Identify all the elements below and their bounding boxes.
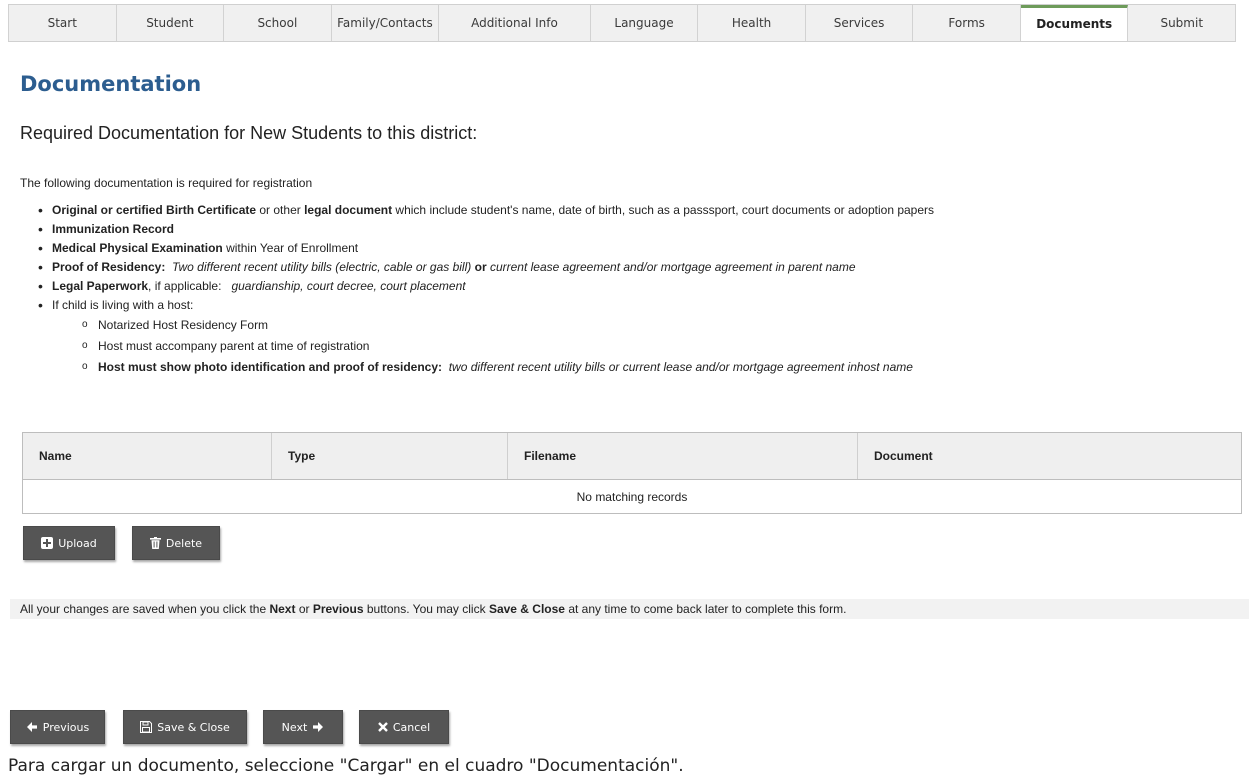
save-notice: All your changes are saved when you clic…: [10, 599, 1249, 619]
page-title: Documentation: [20, 72, 202, 96]
host-form: Notarized Host Residency Form: [98, 318, 269, 332]
tab-submit[interactable]: Submit: [1128, 5, 1237, 41]
tab-school[interactable]: School: [224, 5, 332, 41]
req-birth-text1: or other: [256, 203, 305, 217]
req-residency-bold: Proof of Residency:: [52, 260, 166, 274]
tab-language[interactable]: Language: [591, 5, 699, 41]
notice-part4: at any time to come back later to comple…: [564, 602, 847, 616]
tab-additional-info[interactable]: Additional Info: [439, 5, 591, 41]
notice-part3: buttons. You may click: [363, 602, 489, 616]
list-item: Notarized Host Residency Form: [82, 314, 1228, 336]
req-physical-bold: Medical Physical Examination: [52, 241, 223, 255]
req-birth-text2: which include student's name, date of bi…: [392, 203, 935, 217]
empty-table-message: No matching records: [576, 489, 688, 504]
list-item: Original or certified Birth Certificate …: [38, 201, 1228, 220]
host-accompany: Host must accompany parent at time of re…: [98, 339, 370, 353]
host-id-bold: Host must show photo identification and …: [98, 360, 443, 374]
list-item: Medical Physical Examination within Year…: [38, 239, 1228, 258]
req-birth-bold1: Original or certified Birth Certificate: [52, 203, 257, 217]
trash-icon: [149, 537, 161, 549]
notice-previous: Previous: [312, 602, 364, 616]
previous-button[interactable]: Previous: [10, 710, 105, 744]
list-item: Legal Paperwork, if applicable: guardian…: [38, 277, 1228, 296]
requirements-list: Original or certified Birth Certificate …: [38, 201, 1228, 378]
column-header-document[interactable]: Document: [858, 433, 1241, 479]
page-subtitle: Required Documentation for New Students …: [20, 123, 478, 143]
delete-button-label: Delete: [165, 536, 203, 550]
requirements-intro: The following documentation is required …: [20, 176, 313, 190]
upload-button[interactable]: Upload: [23, 526, 115, 560]
req-birth-bold2: legal document: [304, 203, 393, 217]
list-item: Proof of Residency: Two different recent…: [38, 258, 1228, 277]
instruction-caption: Para cargar un documento, seleccione "Ca…: [8, 756, 684, 776]
notice-part1: All your changes are saved when you clic…: [20, 602, 270, 616]
tab-start[interactable]: Start: [8, 5, 117, 41]
tab-services[interactable]: Services: [806, 5, 914, 41]
req-host-intro: If child is living with a host:: [52, 298, 194, 312]
plus-square-icon: [41, 537, 54, 549]
tab-health[interactable]: Health: [698, 5, 806, 41]
req-residency-italic1: Two different recent utility bills (elec…: [172, 260, 472, 274]
column-header-type[interactable]: Type: [272, 433, 508, 479]
next-button[interactable]: Next: [263, 710, 343, 744]
list-item: If child is living with a host: Notarize…: [38, 296, 1228, 378]
tab-student[interactable]: Student: [117, 5, 225, 41]
save-close-button[interactable]: Save & Close: [123, 710, 247, 744]
documents-table: Name Type Filename Document No matching …: [22, 432, 1242, 514]
column-header-filename[interactable]: Filename: [508, 433, 858, 479]
notice-save-close: Save & Close: [488, 602, 565, 616]
req-residency-italic2: current lease agreement and/or mortgage …: [489, 260, 856, 274]
cancel-button-label: Cancel: [392, 720, 431, 734]
req-residency-or: or: [474, 260, 487, 274]
delete-button[interactable]: Delete: [132, 526, 220, 560]
req-immunization: Immunization Record: [52, 222, 175, 236]
notice-next: Next: [269, 602, 296, 616]
floppy-disk-icon: [140, 721, 153, 733]
tab-forms[interactable]: Forms: [913, 5, 1021, 41]
upload-button-label: Upload: [58, 536, 97, 550]
req-legal-text: , if applicable:: [148, 279, 222, 293]
host-requirements-list: Notarized Host Residency Form Host must …: [82, 314, 1228, 378]
list-item: Host must accompany parent at time of re…: [82, 335, 1228, 357]
arrow-left-icon: [26, 721, 38, 733]
save-close-button-label: Save & Close: [157, 720, 230, 734]
req-legal-bold: Legal Paperwork: [52, 279, 149, 293]
req-physical-text: within Year of Enrollment: [222, 241, 359, 255]
column-header-name[interactable]: Name: [23, 433, 272, 479]
tab-family-contacts[interactable]: Family/Contacts: [332, 5, 440, 41]
host-id-italic: two different recent utility bills or cu…: [448, 360, 913, 374]
close-icon: [378, 722, 388, 732]
tab-documents[interactable]: Documents: [1020, 5, 1129, 41]
arrow-right-icon: [312, 721, 324, 733]
table-header: Name Type Filename Document: [23, 433, 1241, 480]
req-legal-italic: guardianship, court decree, court placem…: [231, 279, 466, 293]
step-tabs: Start Student School Family/Contacts Add…: [8, 4, 1237, 42]
list-item: Host must show photo identification and …: [82, 356, 1228, 378]
cancel-button[interactable]: Cancel: [359, 710, 449, 744]
previous-button-label: Previous: [42, 720, 90, 734]
list-item: Immunization Record: [38, 220, 1228, 239]
next-button-label: Next: [281, 720, 308, 734]
notice-part2: or: [295, 602, 313, 616]
